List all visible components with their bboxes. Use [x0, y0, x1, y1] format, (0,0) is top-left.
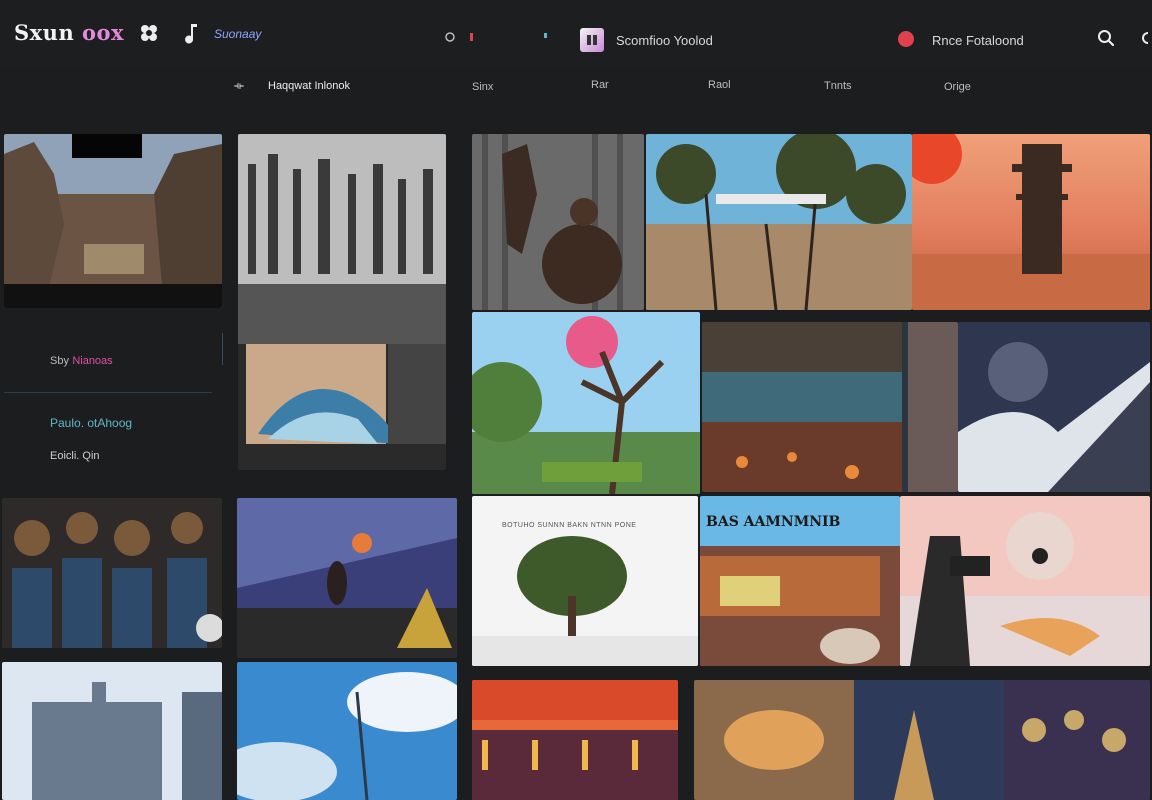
image-tile-carnival[interactable]: BAS AAMNMNIB [700, 496, 900, 666]
image-tile-robot-sea[interactable] [900, 496, 1150, 666]
image-tile-canyon[interactable] [4, 134, 222, 308]
menu-icon[interactable] [1138, 29, 1152, 47]
back-icon[interactable]: ⟛ [234, 80, 244, 93]
pink-marker [470, 33, 473, 41]
image-tile-storm-coast[interactable] [958, 322, 1150, 492]
image-tile-tree-white[interactable]: BOTUHO SUNNN BAKN NTNN PONE [472, 496, 698, 666]
image-tile-cathedral[interactable] [2, 662, 222, 800]
music-note-icon[interactable] [182, 22, 204, 46]
image-tile-trees[interactable] [646, 134, 912, 310]
image-tile-blue-sky[interactable] [237, 662, 457, 800]
tab-5[interactable]: Orige [944, 81, 971, 93]
image-tile-surreal-night[interactable] [237, 498, 457, 658]
sidebar-item-nianoas[interactable]: Sby Nianoas [50, 353, 113, 367]
sidebar-handle[interactable] [222, 333, 239, 365]
tab-4[interactable]: Tnnts [824, 80, 852, 92]
sidebar-item-label: Nianoas [72, 355, 113, 367]
image-tile-fantasy-collage[interactable] [694, 680, 1150, 800]
tab-2[interactable]: Rar [591, 79, 609, 91]
brand-name: Sxun [14, 20, 75, 45]
now-playing-title: Scomfioo Yoolod [616, 33, 713, 48]
image-tile-wood-figure[interactable] [472, 134, 644, 310]
search-icon[interactable] [1096, 28, 1116, 48]
image-tile-crowd[interactable] [2, 498, 222, 648]
tab-3[interactable]: Raol [708, 79, 731, 91]
image-tile-sunset-pier[interactable] [472, 680, 678, 800]
nav-link-suonaay[interactable]: Suonaay [214, 27, 261, 41]
tab-1[interactable]: Sinx [472, 81, 493, 93]
sidebar-item-paulo[interactable]: Paulo. otAhoog [50, 416, 132, 430]
image-tile-sunset-tower[interactable] [912, 134, 1150, 310]
sidebar-item-prefix: Sby [50, 355, 69, 367]
loop-icon[interactable] [444, 31, 456, 43]
banner-text: BAS AAMNMNIB [706, 514, 841, 530]
shuffle-icon[interactable] [138, 22, 160, 44]
section-title: Haqqwat Inlonok [268, 80, 350, 92]
image-tile-night-market[interactable] [702, 322, 958, 492]
teal-marker [544, 33, 547, 38]
image-tile-blossom-tree[interactable] [472, 312, 700, 494]
brand-suffix: oox [82, 20, 125, 45]
account-label[interactable]: Rnce Fotaloond [932, 33, 1024, 48]
app-logo[interactable]: Sxun oox [14, 20, 124, 45]
sidebar-divider [4, 392, 212, 393]
album-thumbnail[interactable] [580, 28, 604, 52]
record-icon[interactable] [898, 31, 914, 47]
tree-caption: BOTUHO SUNNN BAKN NTNN PONE [502, 522, 637, 529]
image-tile-mono-collage[interactable] [238, 134, 446, 470]
sidebar-item-eoicli[interactable]: Eoicli. Qin [50, 450, 100, 462]
